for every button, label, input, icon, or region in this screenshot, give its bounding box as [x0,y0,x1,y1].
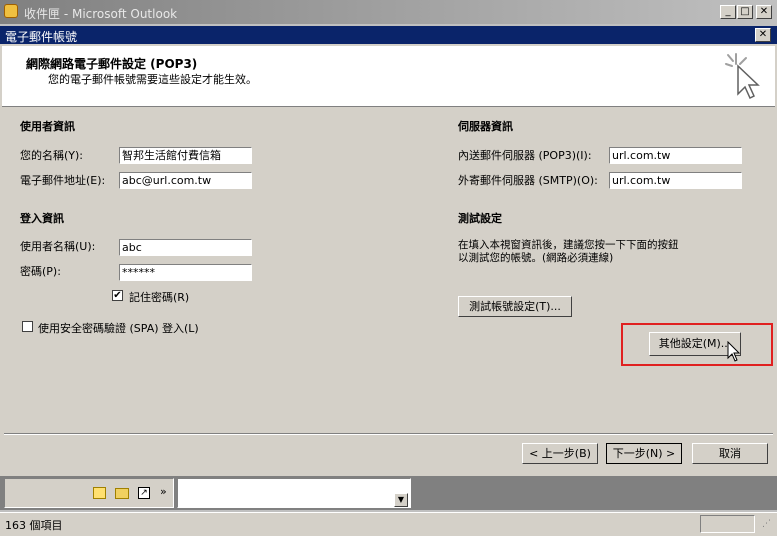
dialog-separator [4,433,773,435]
resize-grip-icon[interactable]: ⋰ [762,519,771,529]
user-info-heading: 使用者資訊 [20,120,75,133]
header-subtitle: 您的電子郵件帳號需要這些設定才能生效。 [48,73,257,86]
spa-label: 使用安全密碼驗證 (SPA) 登入(L) [38,322,199,335]
test-account-button[interactable]: 測試帳號設定(T)... [458,296,572,317]
outgoing-server-label: 外寄郵件伺服器 (SMTP)(O): [458,174,598,187]
login-info-heading: 登入資訊 [20,212,64,225]
header-title: 網際網路電子郵件設定 (POP3) [26,57,198,71]
close-window-button[interactable]: ✕ [756,5,772,19]
email-input[interactable]: abc@url.com.tw [119,172,252,189]
note-icon[interactable] [93,487,106,499]
status-item-count: 163 個項目 [5,519,63,532]
server-info-heading: 伺服器資訊 [458,120,513,133]
back-button[interactable]: < 上一步(B) [522,443,598,464]
minimize-button[interactable]: _ [720,5,736,19]
outlook-titlebar: 收件匣 - Microsoft Outlook _ □ ✕ [0,0,777,24]
test-settings-heading: 測試設定 [458,212,502,225]
outgoing-server-input[interactable]: url.com.tw [609,172,742,189]
preview-pane: ▼ [177,478,411,508]
status-bar: 163 個項目 ⋰ [0,512,777,536]
dialog-titlebar: 電子郵件帳號 ✕ [0,26,777,44]
wizard-cursor-icon [725,53,760,100]
shortcut-icon[interactable]: ↗ [138,487,150,499]
nav-pane-toolbar: ↗ » [4,478,174,508]
remember-password-checkbox[interactable]: ✔ [112,290,123,301]
cancel-button[interactable]: 取消 [692,443,768,464]
dialog-header-panel: 網際網路電子郵件設定 (POP3) 您的電子郵件帳號需要這些設定才能生效。 [2,46,775,107]
outlook-app-icon [4,4,18,18]
password-label: 密碼(P): [20,265,61,278]
name-input[interactable]: 智邦生活館付費信箱 [119,147,252,164]
username-label: 使用者名稱(U): [20,240,96,253]
outlook-window-title: 收件匣 - Microsoft Outlook [24,7,178,21]
folder-icon[interactable] [115,488,129,499]
incoming-server-label: 內送郵件伺服器 (POP3)(I): [458,149,592,162]
dialog-close-button[interactable]: ✕ [755,28,771,42]
dialog-title: 電子郵件帳號 [5,30,78,44]
test-description-line2: 以測試您的帳號。(網路必須連線) [458,252,614,264]
overflow-chevron-icon[interactable]: » [160,485,167,498]
mouse-pointer-icon [727,341,741,362]
password-input[interactable]: ****** [119,264,252,281]
outlook-bottom-pane: ↗ » ▼ [0,476,777,510]
username-input[interactable]: abc [119,239,252,256]
remember-password-label: 記住密碼(R) [129,291,190,304]
name-label: 您的名稱(Y): [20,149,84,162]
maximize-button[interactable]: □ [737,5,753,19]
account-dialog: 電子郵件帳號 ✕ 網際網路電子郵件設定 (POP3) 您的電子郵件帳號需要這些設… [0,26,777,476]
status-panel [700,515,755,533]
incoming-server-input[interactable]: url.com.tw [609,147,742,164]
email-label: 電子郵件地址(E): [20,174,106,187]
scrollbar-down-button[interactable]: ▼ [394,493,408,507]
next-button[interactable]: 下一步(N) > [606,443,682,464]
spa-checkbox[interactable] [22,321,33,332]
